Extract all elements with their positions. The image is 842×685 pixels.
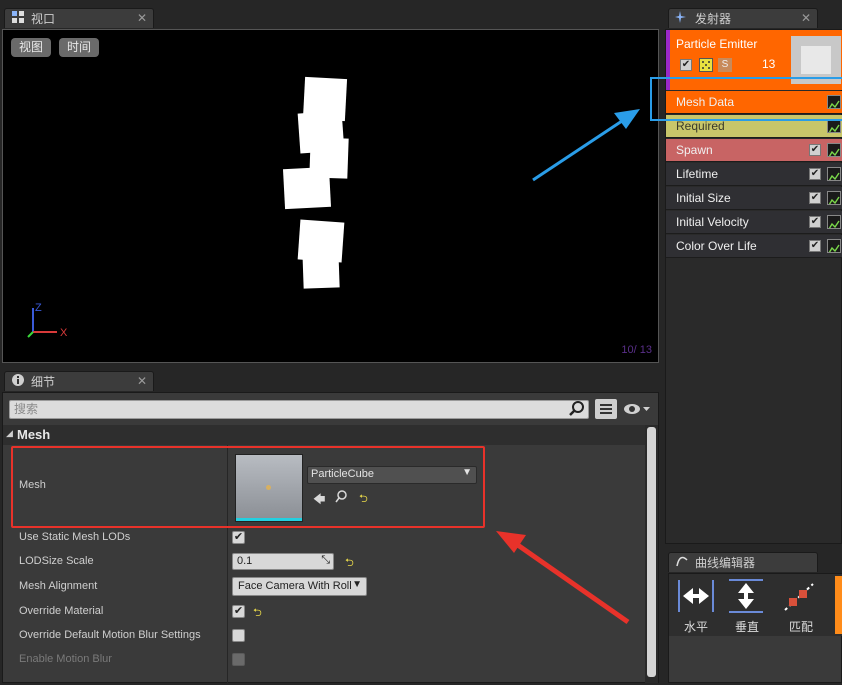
annotation-blue-arrow (532, 117, 626, 182)
annotation-arrows (496, 109, 640, 625)
annotation-blue-arrowhead (614, 109, 640, 129)
annotation-red-arrow (510, 538, 630, 625)
